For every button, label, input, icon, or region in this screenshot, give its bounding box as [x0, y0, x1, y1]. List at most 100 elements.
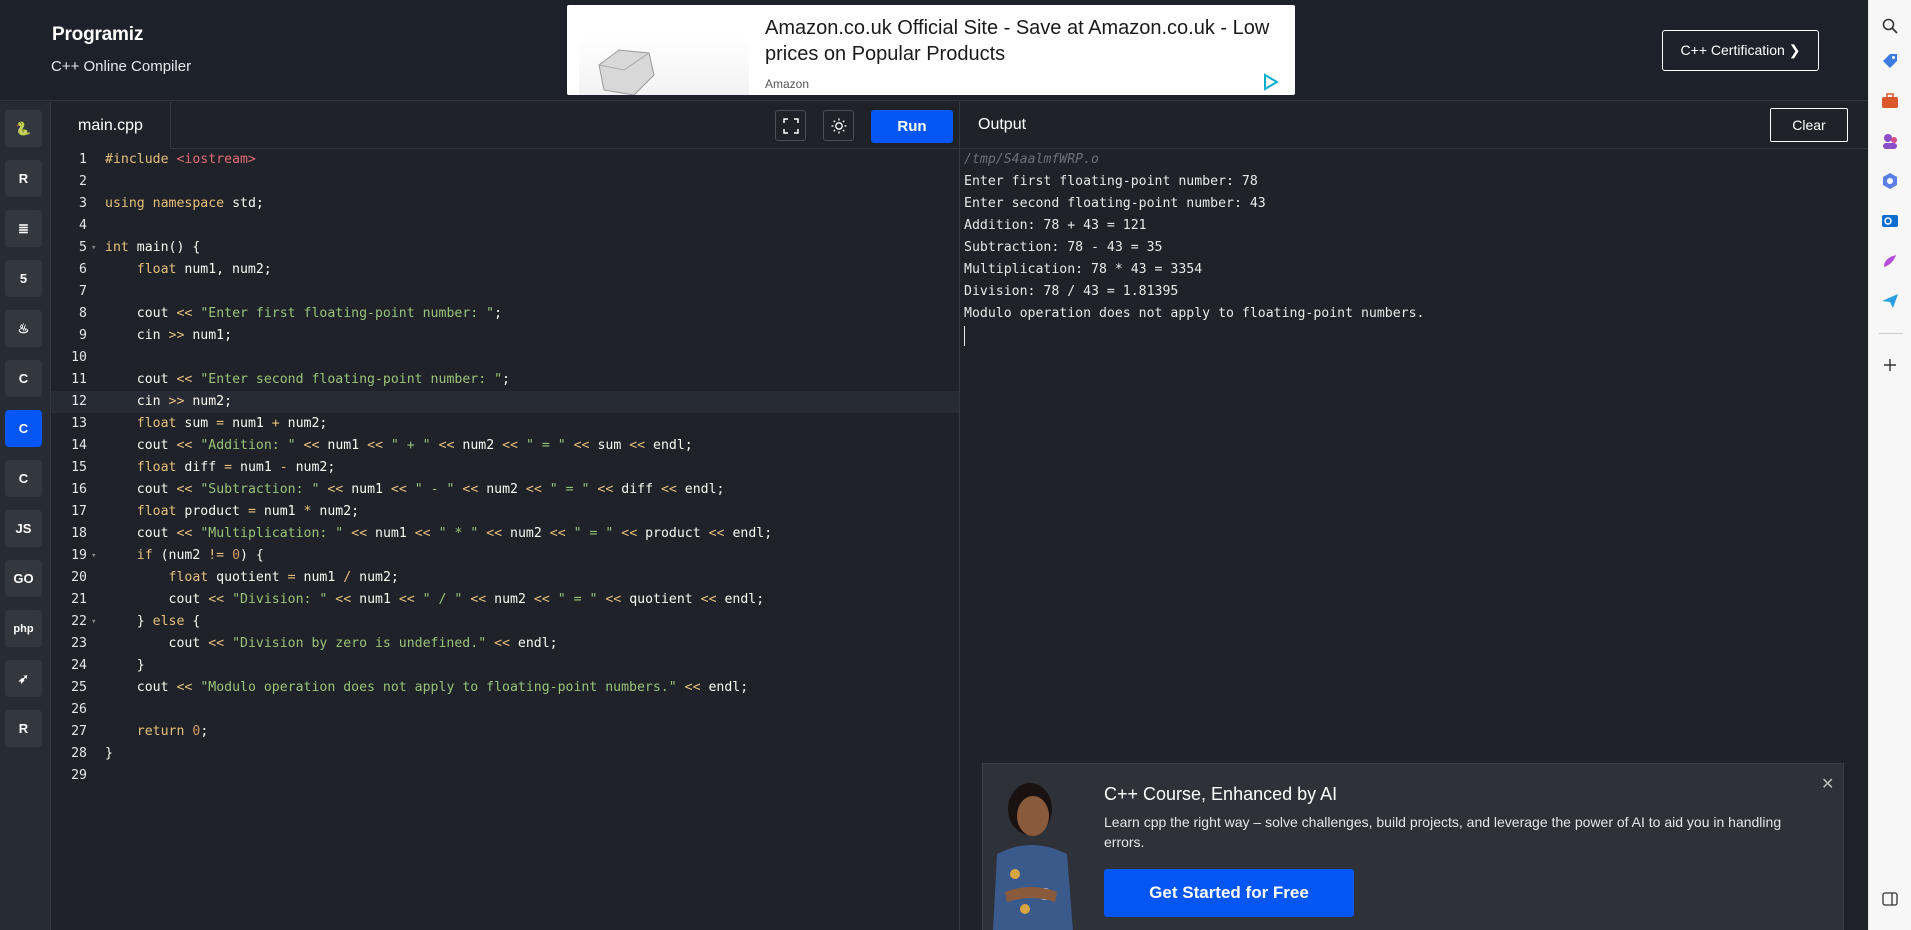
line-number: 26 — [71, 702, 87, 717]
sql-icon[interactable]: ≣ — [5, 210, 42, 247]
code-text: return 0; — [136, 724, 209, 739]
people-icon[interactable] — [1879, 130, 1901, 152]
ad-title[interactable]: Amazon.co.uk Official Site - Save at Ama… — [765, 15, 1285, 67]
line-number: 5 — [79, 240, 87, 255]
language-sidebar: 🐍 R ≣ 5 ♨ C C C JS GO php ➶ R — [0, 102, 51, 930]
app: Programiz C++ Online Compiler Amazon.co.… — [0, 0, 1911, 930]
output-line: Enter second floating-point number: 43 — [964, 196, 1266, 211]
swift-icon[interactable]: ➶ — [5, 660, 42, 697]
rust-icon[interactable]: R — [5, 710, 42, 747]
clear-button[interactable]: Clear — [1770, 108, 1848, 142]
code-line[interactable]: 7 — [51, 281, 959, 303]
code-line[interactable]: 8 cout << "Enter first floating-point nu… — [51, 303, 959, 325]
fullscreen-button[interactable] — [775, 110, 806, 141]
code-line[interactable]: 14 cout << "Addition: " << num1 << " + "… — [51, 435, 959, 457]
code-line[interactable]: 22 ▾ } else { — [51, 611, 959, 633]
page-subtitle: C++ Online Compiler — [51, 58, 192, 75]
html-icon[interactable]: 5 — [5, 260, 42, 297]
javascript-icon[interactable]: JS — [5, 510, 42, 547]
search-icon[interactable] — [1879, 15, 1901, 37]
output-line: Division: 78 / 43 = 1.81395 — [964, 284, 1179, 299]
code-text: cout << "Division by zero is undefined."… — [105, 636, 558, 651]
programiz-logo[interactable]: Programiz — [52, 24, 143, 46]
diamond-image — [579, 35, 749, 95]
instructor-image — [985, 774, 1077, 930]
line-number: 13 — [71, 416, 87, 431]
code-line[interactable]: 17 float product = num1 * num2; — [51, 501, 959, 523]
code-line[interactable]: 19 ▾ if (num2 != 0) { — [51, 545, 959, 567]
code-line[interactable]: 20 float quotient = num1 / num2; — [51, 567, 959, 589]
code-text: float product = num1 * num2; — [136, 504, 360, 519]
csharp-icon[interactable]: C — [5, 460, 42, 497]
code-line[interactable]: 5 ▾ int main() { — [51, 237, 959, 259]
line-number: 9 — [79, 328, 87, 343]
editor-toolbar: main.cpp Run — [51, 102, 959, 149]
r-icon[interactable]: R — [5, 160, 42, 197]
add-icon[interactable] — [1879, 354, 1901, 376]
course-promo: C++ Course, Enhanced by AI Learn cpp the… — [982, 763, 1844, 930]
code-line[interactable]: 15 float diff = num1 - num2; — [51, 457, 959, 479]
code-text: float quotient = num1 / num2; — [168, 570, 399, 585]
ad-banner[interactable]: Amazon.co.uk Official Site - Save at Ama… — [567, 5, 1295, 95]
sidebar-toggle-icon[interactable] — [1879, 888, 1901, 910]
run-button[interactable]: Run — [871, 110, 953, 143]
cpp-icon[interactable]: C — [5, 410, 42, 447]
ad-brand: Amazon — [765, 77, 810, 91]
code-line[interactable]: 13 float sum = num1 + num2; — [51, 413, 959, 435]
code-text: cout << "Subtraction: " << num1 << " - "… — [105, 482, 725, 497]
theme-toggle-button[interactable] — [823, 110, 854, 141]
fold-arrow-icon[interactable]: ▾ — [91, 237, 96, 259]
code-line[interactable]: 24 } — [51, 655, 959, 677]
code-line[interactable]: 10 — [51, 347, 959, 369]
code-text: cout << "Enter first floating-point numb… — [105, 306, 503, 321]
code-line[interactable]: 9 cin >> num1; — [51, 325, 959, 347]
code-line[interactable]: 26 — [51, 699, 959, 721]
code-line[interactable]: 1 #include <iostream> — [51, 149, 959, 171]
line-number: 21 — [71, 592, 87, 607]
code-line[interactable]: 16 cout << "Subtraction: " << num1 << " … — [51, 479, 959, 501]
close-icon[interactable]: ✕ — [1821, 774, 1834, 794]
code-line[interactable]: 18 cout << "Multiplication: " << num1 <<… — [51, 523, 959, 545]
code-line[interactable]: 28} — [51, 743, 959, 765]
code-line[interactable]: 29 — [51, 765, 959, 787]
code-line[interactable]: 23 cout << "Division by zero is undefine… — [51, 633, 959, 655]
code-text: using namespace std; — [105, 196, 264, 211]
tab-main-cpp[interactable]: main.cpp — [51, 102, 171, 149]
certification-button[interactable]: C++ Certification ❯ — [1662, 30, 1819, 71]
code-text: cin >> num1; — [105, 328, 233, 343]
send-icon[interactable] — [1879, 290, 1901, 312]
python-icon[interactable]: 🐍 — [5, 110, 42, 147]
ad-choices-icon[interactable] — [1261, 73, 1279, 91]
php-icon[interactable]: php — [5, 610, 42, 647]
code-text: if (num2 != 0) { — [136, 548, 264, 563]
go-icon[interactable]: GO — [5, 560, 42, 597]
code-line[interactable]: 2 — [51, 171, 959, 193]
line-number: 3 — [79, 196, 87, 211]
code-line[interactable]: 27 return 0; — [51, 721, 959, 743]
line-number: 20 — [71, 570, 87, 585]
copilot-icon[interactable] — [1879, 170, 1901, 192]
code-line[interactable]: 21 cout << "Division: " << num1 << " / "… — [51, 589, 959, 611]
get-started-button[interactable]: Get Started for Free — [1104, 869, 1354, 917]
designer-icon[interactable] — [1879, 250, 1901, 272]
code-line[interactable]: 11 cout << "Enter second floating-point … — [51, 369, 959, 391]
toolbox-icon[interactable] — [1879, 90, 1901, 112]
line-number: 2 — [79, 174, 87, 189]
java-icon[interactable]: ♨ — [5, 310, 42, 347]
fold-arrow-icon[interactable]: ▾ — [91, 545, 96, 567]
code-text: cout << "Enter second floating-point num… — [105, 372, 510, 387]
code-text: float sum = num1 + num2; — [136, 416, 328, 431]
code-text: float diff = num1 - num2; — [136, 460, 336, 475]
fold-arrow-icon[interactable]: ▾ — [91, 611, 96, 633]
code-line[interactable]: 3 using namespace std; — [51, 193, 959, 215]
outlook-icon[interactable] — [1879, 210, 1901, 232]
shopping-tag-icon[interactable] — [1879, 50, 1901, 72]
c-icon[interactable]: C — [5, 360, 42, 397]
code-line[interactable]: 4 — [51, 215, 959, 237]
code-editor[interactable]: 1 #include <iostream> 2 3 using namespace st… — [51, 149, 959, 930]
sidebar-divider — [1879, 333, 1903, 334]
code-line[interactable]: 25 cout << "Modulo operation does not ap… — [51, 677, 959, 699]
code-line[interactable]: 12 cin >> num2; — [51, 391, 959, 413]
code-line[interactable]: 6 float num1, num2; — [51, 259, 959, 281]
code-text: cout << "Addition: " << num1 << " + " <<… — [105, 438, 693, 453]
